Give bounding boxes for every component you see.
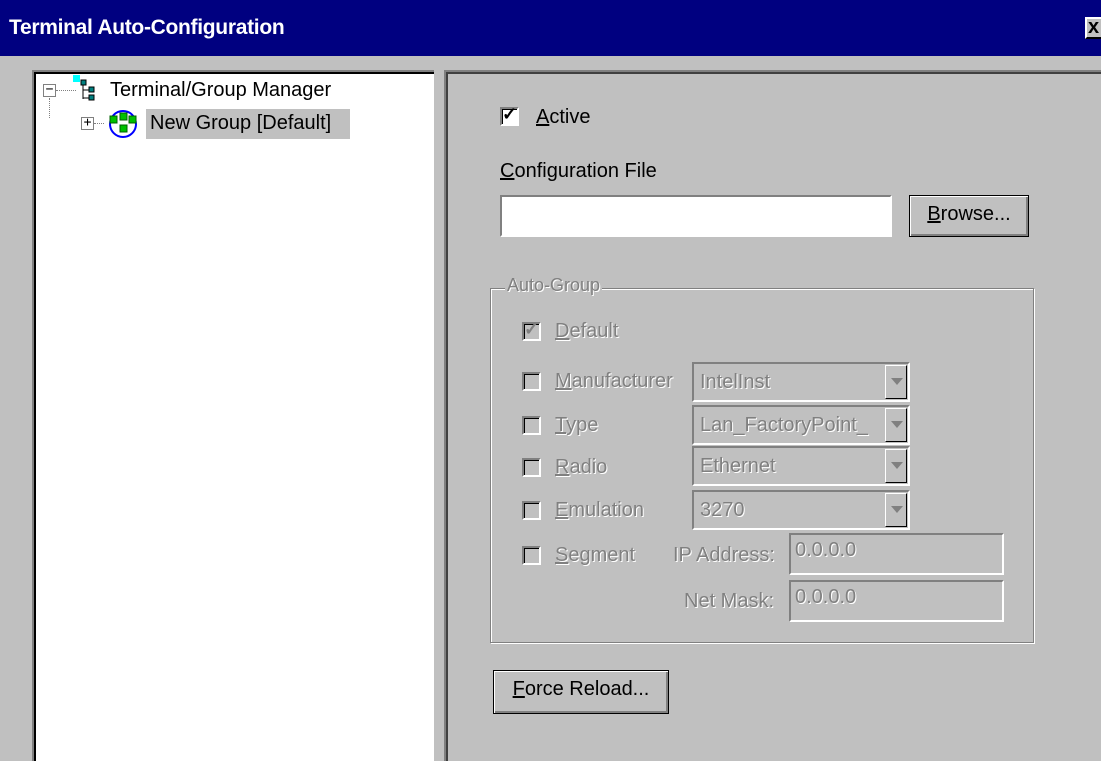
manufacturer-value: IntelInst [700,371,771,393]
ip-address-label: IP Address: [673,544,775,566]
check-icon: ✓ [524,319,540,339]
emulation-value: 3270 [700,499,745,521]
default-checkbox[interactable]: ✓ [522,319,541,341]
emulation-select[interactable]: 3270 [692,490,910,530]
default-label: Default [555,320,619,342]
auto-group-title: Auto-Group [505,275,603,296]
radio-label: Radio [555,456,608,478]
tree-line [49,98,50,118]
radio-value: Ethernet [700,455,776,477]
chevron-down-icon[interactable] [885,408,907,442]
type-label: Type [555,414,599,436]
focus-marker [73,75,80,82]
group-tree[interactable] [32,70,434,761]
group-network-icon [109,110,137,138]
active-label: Active [536,106,591,128]
tree-frame [34,72,434,761]
chevron-down-icon[interactable] [885,493,907,527]
emulation-label: Emulation [555,499,644,521]
child-expand-expander[interactable]: + [81,116,94,130]
radio-checkbox[interactable] [522,458,541,477]
tree-hierarchy-icon [80,79,95,101]
radio-select[interactable]: Ethernet [692,446,910,486]
force-reload-button[interactable]: Force Reload... [493,670,669,714]
browse-button[interactable]: Browse... [909,195,1029,237]
net-mask-input[interactable]: 0.0.0.0 [789,580,1004,622]
ip-address-input[interactable]: 0.0.0.0 [789,533,1004,575]
root-collapse-expander[interactable]: − [43,83,56,97]
manufacturer-checkbox[interactable] [522,372,541,391]
net-mask-label: Net Mask: [684,590,775,612]
tree-item-new-group[interactable]: New Group [Default] [150,112,331,135]
close-button[interactable]: x [1085,16,1101,39]
configuration-file-label: Configuration File [500,160,657,182]
manufacturer-select[interactable]: IntelInst [692,362,910,402]
tree-line [56,90,76,91]
type-value: Lan_FactoryPoint_ [700,414,868,436]
active-checkbox[interactable]: ✓ [500,104,519,126]
emulation-checkbox[interactable] [522,501,541,520]
tree-line [94,123,104,124]
tree-item-terminal-group-manager[interactable]: Terminal/Group Manager [110,79,331,102]
chevron-down-icon[interactable] [885,365,907,399]
type-select[interactable]: Lan_FactoryPoint_ [692,405,910,445]
title-bar: Terminal Auto-Configuration x [0,0,1101,56]
manufacturer-label: Manufacturer [555,370,673,392]
window-title: Terminal Auto-Configuration [9,16,285,39]
segment-label: Segment [555,544,636,566]
segment-checkbox[interactable] [522,546,541,565]
chevron-down-icon[interactable] [885,449,907,483]
type-checkbox[interactable] [522,416,541,435]
close-icon: x [1088,16,1100,38]
configuration-file-input[interactable] [500,195,892,237]
check-icon: ✓ [502,104,518,124]
